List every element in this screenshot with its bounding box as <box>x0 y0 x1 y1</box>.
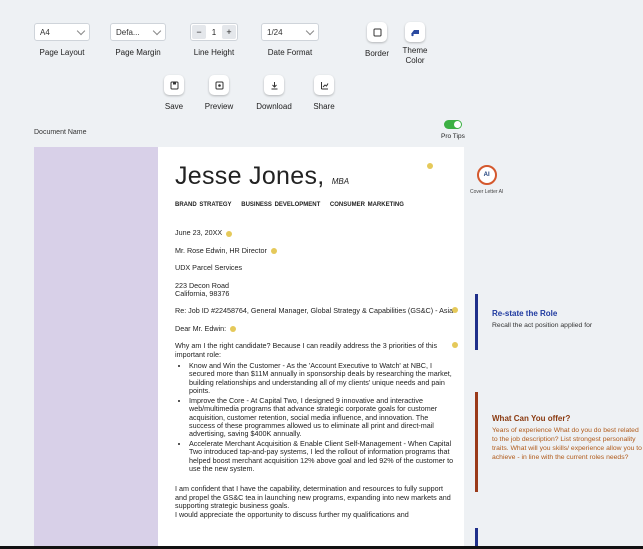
tip-card-what-can-you-offer: What Can You offer? Years of experience … <box>475 392 643 492</box>
candidate-name: Jesse Jones, MBA <box>175 161 455 197</box>
download-control: Download <box>254 75 294 111</box>
line-height-label: Line Height <box>193 48 235 57</box>
chevron-down-icon <box>305 26 315 35</box>
minus-button[interactable]: − <box>192 25 206 39</box>
cover-letter-content[interactable]: Jesse Jones, MBA BRAND STRATEGY BUSINESS… <box>175 161 458 519</box>
page-margin-control: Defa... Page Margin <box>110 23 166 57</box>
letter-intro: Why am I the right candidate? Because I … <box>175 341 458 359</box>
download-button[interactable] <box>264 75 284 95</box>
border-icon <box>373 28 381 36</box>
date-format-control: 1/24 Date Format <box>261 23 319 57</box>
tip-description: Years of experience What do you do best … <box>492 427 642 461</box>
chevron-down-icon <box>152 26 162 35</box>
list-item: Improve the Core - At Capital Two, I des… <box>189 396 455 439</box>
tip-marker-icon[interactable] <box>226 230 233 237</box>
border-control: Border <box>362 22 392 58</box>
letter-salutation: Dear Mr. Edwin: <box>175 324 455 333</box>
preview-control: Preview <box>202 75 236 111</box>
save-label: Save <box>164 102 184 111</box>
pro-tips-label: Pro Tips <box>441 133 465 140</box>
line-height-control: − 1 + Line Height <box>190 23 238 57</box>
document-page[interactable]: Jesse Jones, MBA BRAND STRATEGY BUSINESS… <box>34 147 464 549</box>
pro-tips-toggle[interactable] <box>443 120 462 129</box>
chevron-down-icon <box>76 26 86 35</box>
letter-company: UDX Parcel Services <box>175 263 243 273</box>
letter-re-line: Re: Job ID #22458764, General Manager, G… <box>175 307 458 315</box>
letter-address: 223 Decon Road California, 98376 <box>175 280 230 299</box>
download-icon <box>271 81 277 89</box>
achievement-list: Know and Win the Customer - As the 'Acco… <box>175 361 455 474</box>
theme-color-control: Theme Color <box>400 22 430 66</box>
share-button[interactable] <box>314 75 334 95</box>
resume-sidebar <box>34 147 158 549</box>
letter-recipient: Mr. Rose Edwin, HR Director <box>175 246 455 255</box>
cover-letter-ai-label: Cover Letter AI <box>470 189 504 195</box>
document-name-label[interactable]: Document Name <box>34 129 87 136</box>
save-icon <box>170 81 178 89</box>
list-item: Know and Win the Customer - As the 'Acco… <box>189 361 455 396</box>
cover-letter-ai[interactable]: AI Cover Letter AI <box>470 165 503 195</box>
list-item: Accelerate Merchant Acquisition & Enable… <box>189 439 455 474</box>
tip-card-restate-role: Re-state the Role Recall the act positio… <box>475 294 643 350</box>
date-format-select[interactable]: 1/24 <box>261 23 319 41</box>
page-margin-label: Page Margin <box>115 48 161 57</box>
line-height-stepper[interactable]: − 1 + <box>190 23 238 41</box>
pro-tips: Pro Tips <box>441 120 465 140</box>
tip-title: What Can You offer? <box>492 414 571 423</box>
tip-marker-icon[interactable] <box>452 342 458 349</box>
tip-title: Re-state the Role <box>492 309 558 318</box>
share-icon <box>320 81 328 89</box>
page-layout-label: Page Layout <box>39 48 85 57</box>
border-label: Border <box>364 49 389 58</box>
date-format-label: Date Format <box>267 48 313 57</box>
toolbar: A4 Page Layout Defa... Page Margin − 1 +… <box>0 0 643 125</box>
cover-letter-ai-icon[interactable]: AI <box>476 165 497 185</box>
share-control: Share <box>309 75 339 111</box>
border-button[interactable] <box>367 22 387 42</box>
tip-marker-icon[interactable] <box>452 307 458 314</box>
tip-description: Recall the act position applied for <box>492 322 593 329</box>
theme-color-label: Theme Color <box>402 46 428 65</box>
tip-marker-icon[interactable] <box>427 163 434 169</box>
preview-button[interactable] <box>209 75 229 95</box>
save-button[interactable] <box>164 75 184 95</box>
page-margin-select[interactable]: Defa... <box>110 23 166 41</box>
download-label: Download <box>256 102 292 111</box>
tip-marker-icon[interactable] <box>230 325 237 332</box>
letter-closing-2: I would appreciate the opportunity to di… <box>175 509 409 519</box>
page-layout-control: A4 Page Layout <box>34 23 90 57</box>
letter-date: June 23, 20XX <box>175 229 455 237</box>
save-control: Save <box>159 75 189 111</box>
theme-color-button[interactable] <box>405 22 425 42</box>
preview-label: Preview <box>204 102 234 111</box>
share-label: Share <box>313 102 335 111</box>
palette-icon <box>411 29 419 36</box>
tip-marker-icon[interactable] <box>270 247 277 254</box>
letter-closing: I am confident that I have the capabilit… <box>175 484 451 511</box>
plus-button[interactable]: + <box>222 25 236 39</box>
preview-icon <box>215 81 223 89</box>
line-height-value: 1 <box>211 27 217 37</box>
specialty-tags: BRAND STRATEGY BUSINESS DEVELOPMENT CONS… <box>175 202 404 208</box>
page-layout-select[interactable]: A4 <box>34 23 90 41</box>
